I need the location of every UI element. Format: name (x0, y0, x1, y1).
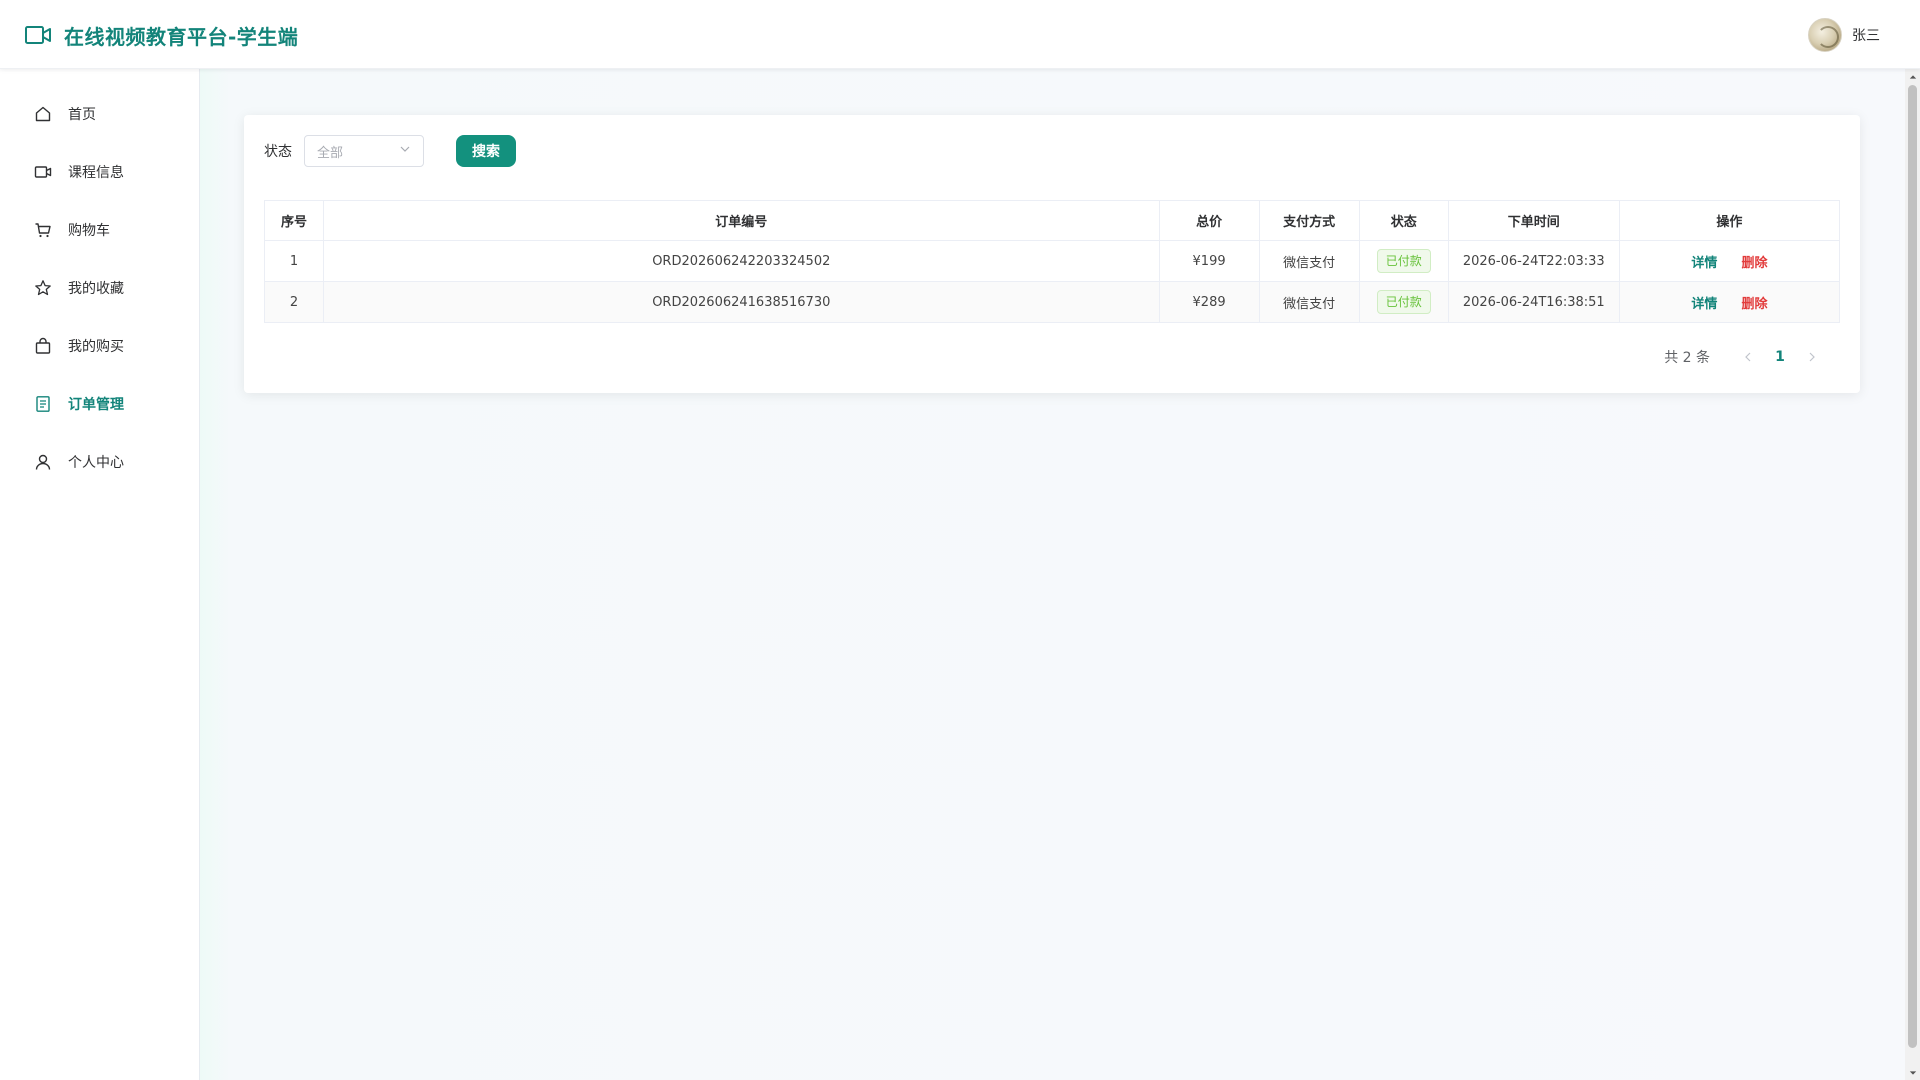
video-camera-icon (34, 163, 52, 181)
detail-button[interactable]: 详情 (1691, 256, 1717, 271)
chevron-right-icon (1809, 352, 1815, 362)
column-header: 下单时间 (1447, 200, 1620, 241)
scroll-up-arrow-icon[interactable] (1905, 69, 1920, 84)
home-icon (34, 105, 52, 123)
chevron-down-icon (399, 143, 411, 159)
search-button[interactable]: 搜索 (456, 135, 516, 167)
cell-order-no: ORD202606241638516730 (323, 281, 1160, 323)
delete-button[interactable]: 删除 (1741, 256, 1767, 271)
cell-status: 已付款 (1358, 240, 1449, 282)
status-select[interactable]: 全部 (304, 135, 424, 167)
cell-index: 2 (263, 281, 325, 323)
cell-pay-method: 微信支付 (1258, 240, 1360, 282)
prev-page-button[interactable] (1732, 343, 1764, 371)
sidebar: 首页 课程信息 购物车 我的收藏 我的购买 订单管理 个人中心 (0, 69, 200, 1080)
sidebar-item-label: 个人中心 (68, 455, 124, 471)
avatar[interactable] (1808, 18, 1842, 52)
column-header: 序号 (263, 200, 325, 241)
sidebar-item-label: 购物车 (68, 223, 110, 239)
user-icon (34, 453, 52, 471)
pagination: 共 2 条 1 (1664, 343, 1828, 371)
sidebar-item-label: 课程信息 (68, 165, 124, 181)
page-number[interactable]: 1 (1764, 343, 1796, 371)
sidebar-item-label: 我的收藏 (68, 281, 124, 297)
next-page-button[interactable] (1796, 343, 1828, 371)
sidebar-item-orders[interactable]: 订单管理 (0, 382, 199, 426)
orders-card: 状态 全部 搜索 序号 订单编号 总价 支付方式 状态 下单时间 操作 1 OR… (244, 115, 1860, 393)
sidebar-item-label: 我的购买 (68, 339, 124, 355)
table-row: 1 ORD202606242203324502 ¥199 微信支付 已付款 20… (263, 240, 1841, 282)
table-row: 2 ORD202606241638516730 ¥289 微信支付 已付款 20… (263, 281, 1841, 323)
column-header: 订单编号 (323, 200, 1160, 241)
scroll-down-arrow-icon[interactable] (1905, 1065, 1920, 1080)
main-content: 状态 全部 搜索 序号 订单编号 总价 支付方式 状态 下单时间 操作 1 OR… (200, 69, 1905, 1080)
column-header: 总价 (1158, 200, 1260, 241)
detail-button[interactable]: 详情 (1691, 297, 1717, 312)
document-icon (34, 395, 52, 413)
sidebar-item-cart[interactable]: 购物车 (0, 208, 199, 252)
sidebar-item-favorites[interactable]: 我的收藏 (0, 266, 199, 310)
column-header: 操作 (1618, 200, 1841, 241)
cell-time: 2026-06-24T22:03:33 (1447, 240, 1620, 282)
table-header-row: 序号 订单编号 总价 支付方式 状态 下单时间 操作 (263, 200, 1841, 241)
status-filter-label: 状态 (264, 144, 292, 160)
top-header: 在线视频教育平台-学生端 张三 (0, 0, 1920, 69)
status-badge: 已付款 (1376, 249, 1431, 273)
column-header: 状态 (1358, 200, 1449, 241)
vertical-scrollbar[interactable] (1905, 69, 1920, 1080)
chevron-left-icon (1745, 352, 1751, 362)
status-badge: 已付款 (1376, 290, 1431, 314)
status-select-value: 全部 (317, 145, 344, 161)
cell-pay-method: 微信支付 (1258, 281, 1360, 323)
cell-actions: 详情 删除 (1618, 240, 1841, 282)
sidebar-item-label: 首页 (68, 107, 96, 123)
cell-status: 已付款 (1358, 281, 1449, 323)
sidebar-item-purchases[interactable]: 我的购买 (0, 324, 199, 368)
cell-order-no: ORD202606242203324502 (323, 240, 1160, 282)
cell-time: 2026-06-24T16:38:51 (1447, 281, 1620, 323)
user-menu[interactable]: 张三 (1808, 17, 1880, 53)
orders-table: 序号 订单编号 总价 支付方式 状态 下单时间 操作 1 ORD20260624… (263, 200, 1841, 323)
column-header: 支付方式 (1258, 200, 1360, 241)
user-name[interactable]: 张三 (1852, 25, 1880, 45)
filter-bar: 状态 全部 搜索 (264, 135, 516, 167)
shopping-bag-icon (34, 337, 52, 355)
delete-button[interactable]: 删除 (1741, 297, 1767, 312)
scrollbar-thumb[interactable] (1908, 85, 1917, 1048)
brand: 在线视频教育平台-学生端 (25, 18, 298, 52)
cell-index: 1 (263, 240, 325, 282)
sidebar-item-label: 订单管理 (68, 397, 124, 413)
cart-icon (34, 221, 52, 239)
sidebar-item-courses[interactable]: 课程信息 (0, 150, 199, 194)
star-icon (34, 279, 52, 297)
app-title: 在线视频教育平台-学生端 (64, 24, 299, 49)
video-camera-icon (25, 25, 51, 45)
cell-price: ¥289 (1158, 281, 1260, 323)
cell-actions: 详情 删除 (1618, 281, 1841, 323)
cell-price: ¥199 (1158, 240, 1260, 282)
sidebar-item-profile[interactable]: 个人中心 (0, 440, 199, 484)
pagination-total: 共 2 条 (1664, 350, 1710, 366)
sidebar-item-home[interactable]: 首页 (0, 92, 199, 136)
